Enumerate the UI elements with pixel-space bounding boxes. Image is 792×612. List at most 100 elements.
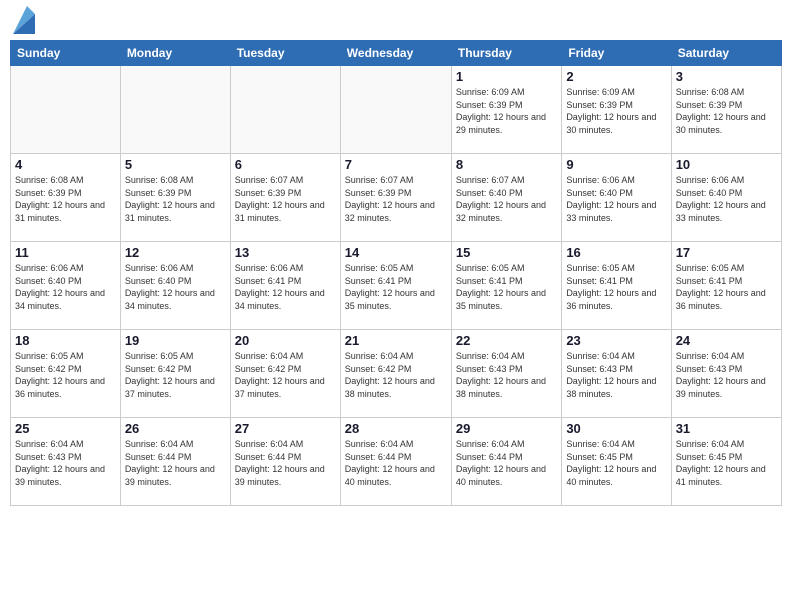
day-cell: 6 Sunrise: 6:07 AM Sunset: 6:39 PM Daylig…: [230, 154, 340, 242]
day-cell: [230, 66, 340, 154]
day-info: Sunrise: 6:08 AM Sunset: 6:39 PM Dayligh…: [125, 174, 226, 224]
day-info: Sunrise: 6:06 AM Sunset: 6:40 PM Dayligh…: [15, 262, 116, 312]
day-info: Sunrise: 6:04 AM Sunset: 6:43 PM Dayligh…: [15, 438, 116, 488]
day-number: 13: [235, 245, 336, 260]
day-info: Sunrise: 6:04 AM Sunset: 6:43 PM Dayligh…: [456, 350, 557, 400]
day-cell: [340, 66, 451, 154]
day-info: Sunrise: 6:04 AM Sunset: 6:42 PM Dayligh…: [235, 350, 336, 400]
day-cell: 15 Sunrise: 6:05 AM Sunset: 6:41 PM Dayli…: [451, 242, 561, 330]
day-number: 14: [345, 245, 447, 260]
day-number: 1: [456, 69, 557, 84]
day-number: 10: [676, 157, 777, 172]
day-cell: 16Sunrise: 6:05 AM Sunset: 6:41 PM Dayli…: [562, 242, 671, 330]
day-cell: 23 Sunrise: 6:04 AM Sunset: 6:43 PM Dayli…: [562, 330, 671, 418]
week-row-2: 4 Sunrise: 6:08 AM Sunset: 6:39 PM Daylig…: [11, 154, 782, 242]
day-number: 22: [456, 333, 557, 348]
header: [10, 10, 782, 34]
weekday-header-thursday: Thursday: [451, 41, 561, 66]
day-info: Sunrise: 6:04 AM Sunset: 6:44 PM Dayligh…: [345, 438, 447, 488]
weekday-header-tuesday: Tuesday: [230, 41, 340, 66]
day-cell: 10 Sunrise: 6:06 AM Sunset: 6:40 PM Dayli…: [671, 154, 781, 242]
day-cell: 29 Sunrise: 6:04 AM Sunset: 6:44 PM Dayli…: [451, 418, 561, 506]
day-cell: 2Sunrise: 6:09 AM Sunset: 6:39 PM Daylig…: [562, 66, 671, 154]
day-number: 6: [235, 157, 336, 172]
day-info: Sunrise: 6:05 AM Sunset: 6:42 PM Dayligh…: [125, 350, 226, 400]
day-info: Sunrise: 6:06 AM Sunset: 6:40 PM Dayligh…: [125, 262, 226, 312]
day-cell: 11 Sunrise: 6:06 AM Sunset: 6:40 PM Dayli…: [11, 242, 121, 330]
day-cell: 4 Sunrise: 6:08 AM Sunset: 6:39 PM Daylig…: [11, 154, 121, 242]
logo: [10, 10, 35, 34]
day-info: Sunrise: 6:04 AM Sunset: 6:42 PM Dayligh…: [345, 350, 447, 400]
day-number: 29: [456, 421, 557, 436]
day-info: Sunrise: 6:06 AM Sunset: 6:41 PM Dayligh…: [235, 262, 336, 312]
day-cell: 22 Sunrise: 6:04 AM Sunset: 6:43 PM Dayli…: [451, 330, 561, 418]
weekday-header-row: SundayMondayTuesdayWednesdayThursdayFrid…: [11, 41, 782, 66]
day-cell: 12 Sunrise: 6:06 AM Sunset: 6:40 PM Dayli…: [120, 242, 230, 330]
day-info: Sunrise: 6:05 AM Sunset: 6:41 PM Dayligh…: [676, 262, 777, 312]
day-cell: [120, 66, 230, 154]
day-cell: [11, 66, 121, 154]
weekday-header-saturday: Saturday: [671, 41, 781, 66]
week-row-5: 25 Sunrise: 6:04 AM Sunset: 6:43 PM Dayli…: [11, 418, 782, 506]
day-info: Sunrise: 6:08 AM Sunset: 6:39 PM Dayligh…: [676, 86, 777, 136]
day-cell: 27Sunrise: 6:04 AM Sunset: 6:44 PM Dayli…: [230, 418, 340, 506]
day-cell: 13 Sunrise: 6:06 AM Sunset: 6:41 PM Dayli…: [230, 242, 340, 330]
day-info: Sunrise: 6:08 AM Sunset: 6:39 PM Dayligh…: [15, 174, 116, 224]
day-number: 21: [345, 333, 447, 348]
day-number: 20: [235, 333, 336, 348]
weekday-header-sunday: Sunday: [11, 41, 121, 66]
day-info: Sunrise: 6:04 AM Sunset: 6:43 PM Dayligh…: [566, 350, 666, 400]
day-number: 18: [15, 333, 116, 348]
day-cell: 24Sunrise: 6:04 AM Sunset: 6:43 PM Dayli…: [671, 330, 781, 418]
day-info: Sunrise: 6:05 AM Sunset: 6:41 PM Dayligh…: [456, 262, 557, 312]
day-number: 11: [15, 245, 116, 260]
day-info: Sunrise: 6:04 AM Sunset: 6:44 PM Dayligh…: [235, 438, 336, 488]
page: SundayMondayTuesdayWednesdayThursdayFrid…: [0, 0, 792, 612]
day-number: 19: [125, 333, 226, 348]
day-cell: 5 Sunrise: 6:08 AM Sunset: 6:39 PM Daylig…: [120, 154, 230, 242]
day-number: 7: [345, 157, 447, 172]
day-cell: 18Sunrise: 6:05 AM Sunset: 6:42 PM Dayli…: [11, 330, 121, 418]
day-number: 31: [676, 421, 777, 436]
day-cell: 25 Sunrise: 6:04 AM Sunset: 6:43 PM Dayli…: [11, 418, 121, 506]
week-row-4: 18 Sunrise: 6:05 AM Sunset: 6:42 PM Dayli…: [11, 330, 782, 418]
day-number: 15: [456, 245, 557, 260]
day-info: Sunrise: 6:04 AM Sunset: 6:45 PM Dayligh…: [566, 438, 666, 488]
day-cell: 30Sunrise: 6:04 AM Sunset: 6:45 PM Dayli…: [562, 418, 671, 506]
day-cell: 19 Sunrise: 6:05 AM Sunset: 6:42 PM Dayli…: [120, 330, 230, 418]
day-info: Sunrise: 6:06 AM Sunset: 6:40 PM Dayligh…: [566, 174, 666, 224]
day-number: 5: [125, 157, 226, 172]
day-info: Sunrise: 6:07 AM Sunset: 6:39 PM Dayligh…: [345, 174, 447, 224]
day-cell: 14 Sunrise: 6:05 AM Sunset: 6:41 PM Dayli…: [340, 242, 451, 330]
day-cell: 17Sunrise: 6:05 AM Sunset: 6:41 PM Dayli…: [671, 242, 781, 330]
day-info: Sunrise: 6:09 AM Sunset: 6:39 PM Dayligh…: [456, 86, 557, 136]
day-number: 24: [676, 333, 777, 348]
day-cell: 7 Sunrise: 6:07 AM Sunset: 6:39 PM Daylig…: [340, 154, 451, 242]
day-cell: 9 Sunrise: 6:06 AM Sunset: 6:40 PM Daylig…: [562, 154, 671, 242]
day-info: Sunrise: 6:07 AM Sunset: 6:40 PM Dayligh…: [456, 174, 557, 224]
day-number: 23: [566, 333, 666, 348]
day-cell: 20 Sunrise: 6:04 AM Sunset: 6:42 PM Dayli…: [230, 330, 340, 418]
day-number: 9: [566, 157, 666, 172]
day-info: Sunrise: 6:09 AM Sunset: 6:39 PM Dayligh…: [566, 86, 666, 136]
day-number: 3: [676, 69, 777, 84]
day-cell: 31Sunrise: 6:04 AM Sunset: 6:45 PM Dayli…: [671, 418, 781, 506]
day-info: Sunrise: 6:07 AM Sunset: 6:39 PM Dayligh…: [235, 174, 336, 224]
day-info: Sunrise: 6:06 AM Sunset: 6:40 PM Dayligh…: [676, 174, 777, 224]
day-number: 12: [125, 245, 226, 260]
day-info: Sunrise: 6:05 AM Sunset: 6:41 PM Dayligh…: [345, 262, 447, 312]
day-number: 16: [566, 245, 666, 260]
weekday-header-wednesday: Wednesday: [340, 41, 451, 66]
day-cell: 28Sunrise: 6:04 AM Sunset: 6:44 PM Dayli…: [340, 418, 451, 506]
day-number: 25: [15, 421, 116, 436]
day-cell: 8 Sunrise: 6:07 AM Sunset: 6:40 PM Daylig…: [451, 154, 561, 242]
day-cell: 3 Sunrise: 6:08 AM Sunset: 6:39 PM Daylig…: [671, 66, 781, 154]
weekday-header-monday: Monday: [120, 41, 230, 66]
day-cell: 1 Sunrise: 6:09 AM Sunset: 6:39 PM Daylig…: [451, 66, 561, 154]
day-number: 4: [15, 157, 116, 172]
week-row-1: 1 Sunrise: 6:09 AM Sunset: 6:39 PM Daylig…: [11, 66, 782, 154]
day-number: 8: [456, 157, 557, 172]
day-info: Sunrise: 6:04 AM Sunset: 6:44 PM Dayligh…: [456, 438, 557, 488]
logo-icon: [13, 6, 35, 34]
weekday-header-friday: Friday: [562, 41, 671, 66]
